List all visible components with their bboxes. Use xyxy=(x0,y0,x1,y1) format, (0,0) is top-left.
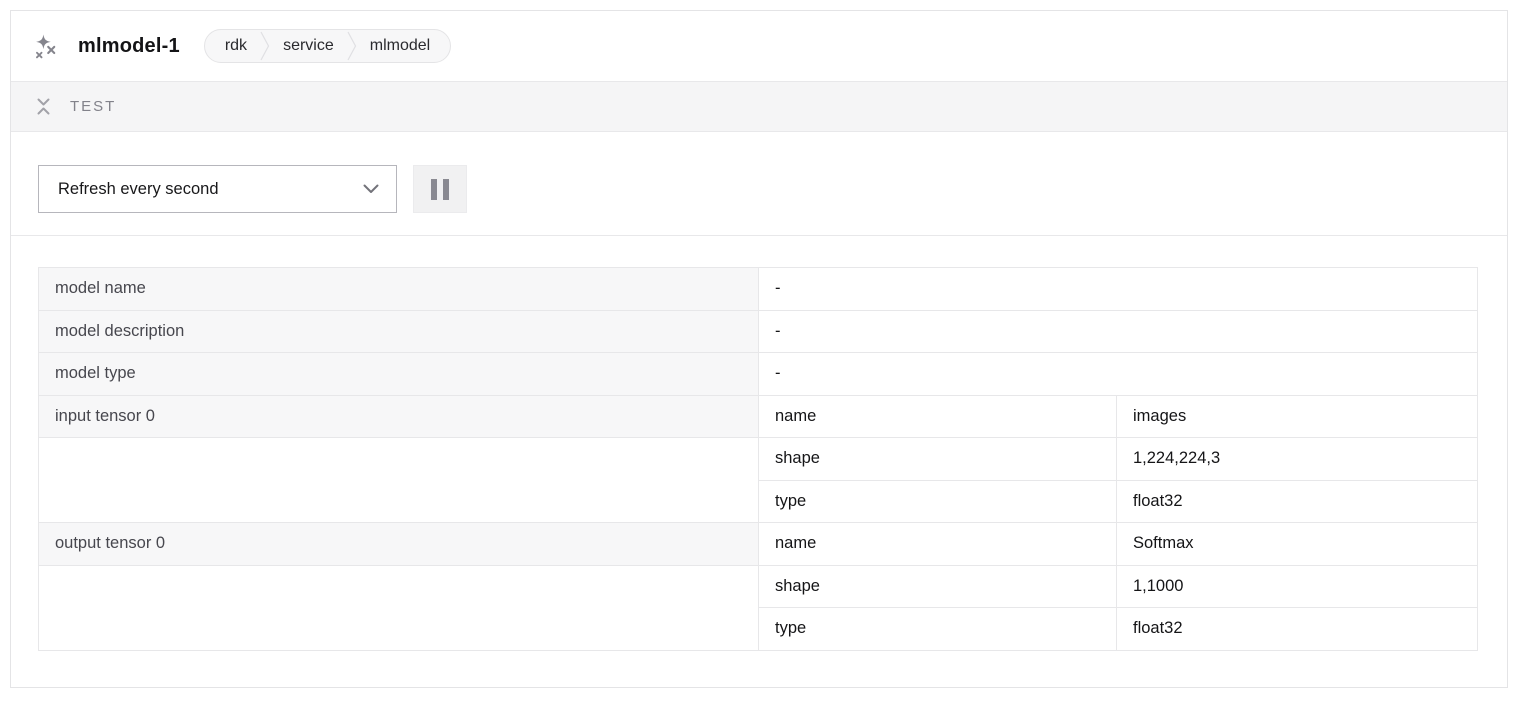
row-label: model description xyxy=(39,310,759,353)
test-section-label: TEST xyxy=(70,98,116,115)
breadcrumb-item-service: service xyxy=(280,37,337,55)
field-key: type xyxy=(759,480,1117,523)
test-section-header[interactable]: TEST xyxy=(11,82,1507,132)
table-row: shape 1,224,224,3 xyxy=(39,438,1478,481)
collapse-vertical-icon[interactable] xyxy=(36,98,51,115)
chevron-right-icon xyxy=(347,31,357,61)
row-label: output tensor 0 xyxy=(39,523,759,566)
table-row: output tensor 0 name Softmax xyxy=(39,523,1478,566)
row-label: input tensor 0 xyxy=(39,395,759,438)
model-info-table: model name - model description - model t… xyxy=(38,267,1478,651)
field-key: shape xyxy=(759,565,1117,608)
breadcrumb-item-rdk: rdk xyxy=(222,37,250,55)
row-label-continuation xyxy=(39,565,759,650)
refresh-rate-select[interactable]: Refresh every second xyxy=(38,165,397,213)
field-value: float32 xyxy=(1117,608,1478,651)
panel-header: mlmodel-1 rdk service mlmodel xyxy=(11,11,1507,82)
model-info-section: model name - model description - model t… xyxy=(11,236,1507,651)
mlmodel-panel: mlmodel-1 rdk service mlmodel TEST Refre… xyxy=(10,10,1508,688)
row-label: model type xyxy=(39,353,759,396)
pause-button[interactable] xyxy=(413,165,467,213)
field-value: 1,224,224,3 xyxy=(1117,438,1478,481)
pause-icon xyxy=(431,179,449,200)
panel-title: mlmodel-1 xyxy=(78,35,180,58)
table-row: model description - xyxy=(39,310,1478,353)
field-value: 1,1000 xyxy=(1117,565,1478,608)
table-row: model name - xyxy=(39,268,1478,311)
row-label-continuation xyxy=(39,438,759,523)
table-row: shape 1,1000 xyxy=(39,565,1478,608)
refresh-controls: Refresh every second xyxy=(11,132,1507,236)
field-value: images xyxy=(1117,395,1478,438)
ml-model-sparkles-icon xyxy=(33,34,58,59)
chevron-down-icon xyxy=(363,184,379,194)
table-row: input tensor 0 name images xyxy=(39,395,1478,438)
chevron-right-icon xyxy=(260,31,270,61)
refresh-rate-value: Refresh every second xyxy=(58,180,219,199)
field-key: name xyxy=(759,523,1117,566)
table-row: model type - xyxy=(39,353,1478,396)
row-label: model name xyxy=(39,268,759,311)
row-value: - xyxy=(759,353,1478,396)
breadcrumb: rdk service mlmodel xyxy=(204,29,451,63)
row-value: - xyxy=(759,268,1478,311)
field-value: Softmax xyxy=(1117,523,1478,566)
field-key: name xyxy=(759,395,1117,438)
row-value: - xyxy=(759,310,1478,353)
breadcrumb-item-mlmodel: mlmodel xyxy=(367,37,433,55)
field-key: type xyxy=(759,608,1117,651)
field-key: shape xyxy=(759,438,1117,481)
field-value: float32 xyxy=(1117,480,1478,523)
